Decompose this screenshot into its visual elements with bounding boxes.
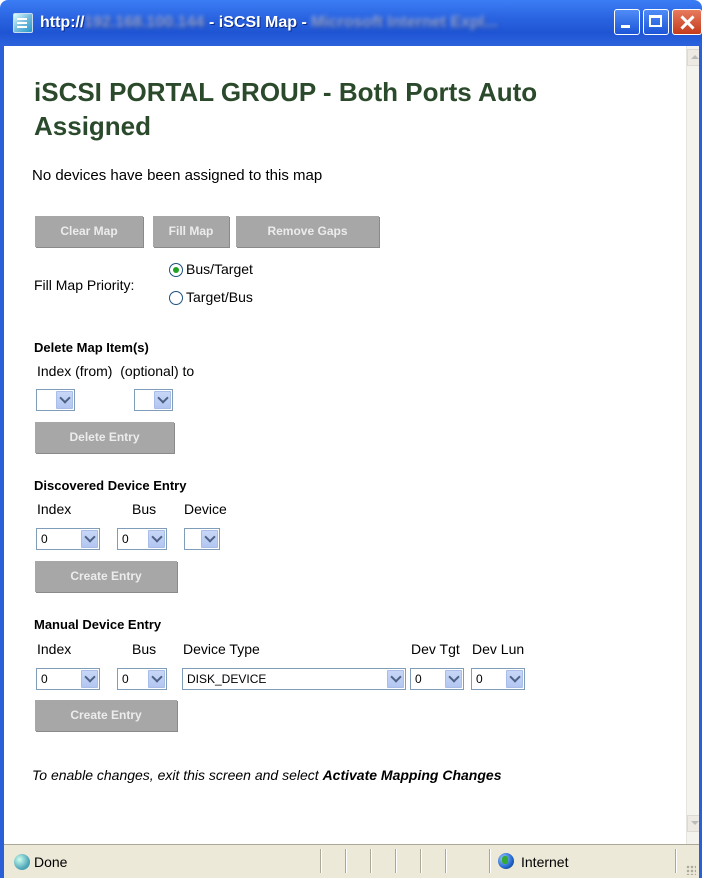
manual-section-title: Manual Device Entry [34, 617, 162, 632]
globe-icon [498, 853, 514, 869]
chevron-down-icon [506, 670, 523, 688]
status-divider [345, 849, 347, 873]
footer-note-text: To enable changes, exit this screen and … [32, 767, 323, 783]
discovered-index-label: Index [37, 501, 72, 517]
ie-page-icon [13, 13, 33, 33]
manual-device-type-select[interactable]: DISK_DEVICE [182, 668, 406, 690]
security-zone-label: Internet [521, 854, 569, 870]
delete-to-select[interactable] [134, 389, 173, 411]
manual-bus-label: Bus [132, 641, 157, 657]
status-text: Done [34, 854, 68, 870]
title-middle: - iSCSI Map - [204, 14, 312, 31]
fill-map-button[interactable]: Fill Map [153, 216, 229, 247]
chevron-down-icon [445, 670, 462, 688]
manual-bus-value: 0 [122, 672, 129, 686]
discovered-bus-value: 0 [122, 532, 129, 546]
status-divider [675, 849, 677, 873]
chevron-down-icon [154, 391, 171, 409]
discovered-bus-label: Bus [132, 501, 157, 517]
window-title: http://192.168.100.144 - iSCSI Map - Mic… [40, 12, 498, 34]
discovered-device-label: Device [184, 501, 227, 517]
chevron-down-icon [148, 530, 165, 548]
status-divider [395, 849, 397, 873]
status-divider [489, 849, 491, 873]
status-divider [370, 849, 372, 873]
discovered-index-value: 0 [41, 532, 48, 546]
title-host: 192.168.100.144 [84, 14, 205, 31]
status-message: No devices have been assigned to this ma… [32, 167, 323, 184]
discovered-index-select[interactable]: 0 [36, 528, 100, 550]
resize-grip-icon[interactable] [686, 865, 696, 875]
chevron-down-icon [387, 670, 404, 688]
title-prefix: http:// [40, 14, 85, 31]
radio-bus-target-label[interactable]: Bus/Target [186, 261, 253, 277]
footer-note: To enable changes, exit this screen and … [32, 767, 501, 783]
page-done-icon [14, 854, 30, 870]
manual-create-entry-button[interactable]: Create Entry [35, 700, 177, 731]
manual-bus-select[interactable]: 0 [117, 668, 167, 690]
discovered-create-entry-button[interactable]: Create Entry [35, 561, 177, 592]
radio-target-bus-label[interactable]: Target/Bus [186, 289, 253, 305]
manual-dev-tgt-label: Dev Tgt [411, 641, 460, 657]
discovered-section-title: Discovered Device Entry [34, 478, 187, 493]
radio-target-bus[interactable] [169, 291, 183, 305]
manual-index-select[interactable]: 0 [36, 668, 100, 690]
manual-index-value: 0 [41, 672, 48, 686]
delete-from-select[interactable] [36, 389, 75, 411]
manual-dev-lun-label: Dev Lun [472, 641, 525, 657]
chevron-down-icon [81, 670, 98, 688]
page-content: iSCSI PORTAL GROUP - Both Ports Auto Ass… [4, 46, 686, 844]
manual-dev-lun-select[interactable]: 0 [471, 668, 525, 690]
status-bar: Done Internet [4, 844, 699, 878]
discovered-bus-select[interactable]: 0 [117, 528, 167, 550]
radio-bus-target[interactable] [169, 263, 183, 277]
status-divider [420, 849, 422, 873]
window-titlebar: http://192.168.100.144 - iSCSI Map - Mic… [0, 0, 702, 46]
chevron-down-icon [81, 530, 98, 548]
maximize-button[interactable] [643, 9, 669, 35]
close-button[interactable] [672, 9, 702, 35]
fill-priority-label: Fill Map Priority: [34, 277, 135, 293]
minimize-button[interactable] [614, 9, 640, 35]
delete-entry-button[interactable]: Delete Entry [35, 422, 174, 453]
page-title: iSCSI PORTAL GROUP - Both Ports Auto Ass… [34, 77, 538, 141]
manual-dev-tgt-select[interactable]: 0 [410, 668, 464, 690]
status-divider [445, 849, 447, 873]
chevron-down-icon [148, 670, 165, 688]
delete-section-title: Delete Map Item(s) [34, 340, 149, 355]
delete-index-label: Index (from) (optional) to [37, 363, 195, 379]
clear-map-button[interactable]: Clear Map [35, 216, 143, 247]
status-divider [320, 849, 322, 873]
title-app: Microsoft Internet Expl... [311, 14, 498, 31]
discovered-device-select[interactable] [184, 528, 220, 550]
chevron-down-icon [201, 530, 218, 548]
manual-index-label: Index [37, 641, 72, 657]
chevron-down-icon [56, 391, 73, 409]
footer-note-emphasis: Activate Mapping Changes [322, 767, 502, 783]
remove-gaps-button[interactable]: Remove Gaps [236, 216, 379, 247]
manual-dev-tgt-value: 0 [415, 672, 422, 686]
manual-device-type-value: DISK_DEVICE [187, 672, 267, 686]
manual-device-type-label: Device Type [183, 641, 260, 657]
manual-dev-lun-value: 0 [476, 672, 483, 686]
